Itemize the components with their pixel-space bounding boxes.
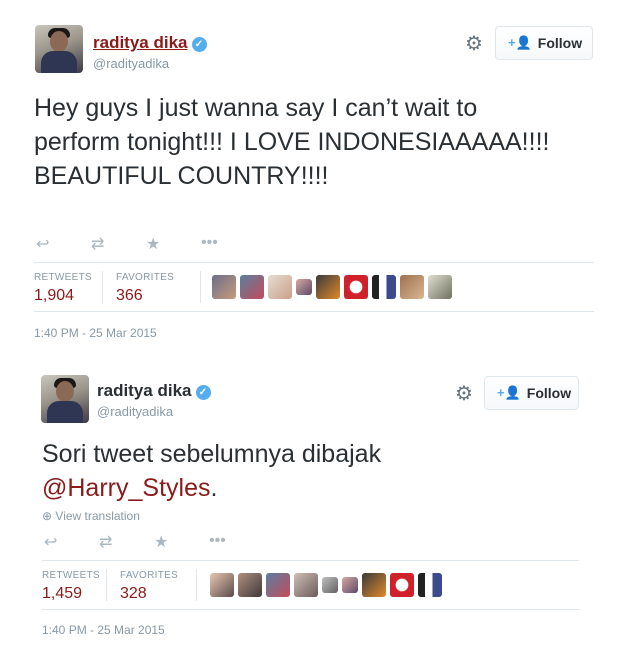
user-name[interactable]: raditya dika ✓ xyxy=(93,33,207,53)
tweet-1: raditya dika ✓ @radityadika ⚙ +👤 Follow H… xyxy=(0,0,624,345)
avatar[interactable] xyxy=(362,573,386,597)
tweet-actions: ↩ ⇄ ★ ••• xyxy=(44,532,264,552)
avatar[interactable] xyxy=(390,573,414,597)
user-handle[interactable]: @radityadika xyxy=(93,56,169,71)
avatar[interactable] xyxy=(342,577,358,593)
more-icon[interactable]: ••• xyxy=(201,234,256,254)
tweet-text-main: Sori tweet sebelumnya dibajak xyxy=(42,440,382,468)
avatar[interactable] xyxy=(372,275,396,299)
avatar[interactable] xyxy=(344,275,368,299)
user-handle[interactable]: @radityadika xyxy=(97,404,173,419)
stats-bar: RETWEETS 1,459 FAVORITES 328 xyxy=(42,560,579,610)
add-user-icon: +👤 xyxy=(497,385,521,400)
follow-label: Follow xyxy=(526,385,572,401)
avatar[interactable] xyxy=(296,279,312,295)
avatar[interactable] xyxy=(35,25,83,73)
view-translation-label[interactable]: View translation xyxy=(55,509,140,523)
timestamp[interactable]: 1:40 PM - 25 Mar 2015 xyxy=(34,326,157,340)
retweet-icon[interactable]: ⇄ xyxy=(99,532,154,552)
tweet-actions: ↩ ⇄ ★ ••• xyxy=(36,234,256,254)
favoriter-avatars xyxy=(210,573,442,597)
avatar[interactable] xyxy=(316,275,340,299)
mention-link[interactable]: @Harry_Styles xyxy=(42,474,210,502)
user-name-text[interactable]: raditya dika xyxy=(93,33,188,52)
tweet-text: Hey guys I just wanna say I can’t wait t… xyxy=(34,94,550,190)
reply-icon[interactable]: ↩ xyxy=(36,234,91,254)
tweet-2: raditya dika ✓ @radityadika ⚙ +👤 Follow S… xyxy=(0,355,624,662)
reply-icon[interactable]: ↩ xyxy=(44,532,99,552)
avatar[interactable] xyxy=(41,375,89,423)
follow-button[interactable]: +👤 Follow xyxy=(495,26,593,60)
retweet-icon[interactable]: ⇄ xyxy=(91,234,146,254)
favorites-label: FAVORITES xyxy=(116,272,175,283)
avatar[interactable] xyxy=(294,573,318,597)
user-name-text[interactable]: raditya dika xyxy=(97,381,192,400)
gear-icon[interactable]: ⚙ xyxy=(455,381,473,406)
user-name[interactable]: raditya dika ✓ xyxy=(97,381,211,401)
avatar[interactable] xyxy=(428,275,452,299)
favoriter-avatars xyxy=(212,275,452,299)
avatar[interactable] xyxy=(268,275,292,299)
more-icon[interactable]: ••• xyxy=(209,532,264,552)
avatar[interactable] xyxy=(266,573,290,597)
avatar[interactable] xyxy=(210,573,234,597)
timestamp[interactable]: 1:40 PM - 25 Mar 2015 xyxy=(42,623,165,637)
avatar[interactable] xyxy=(212,275,236,299)
avatar[interactable] xyxy=(238,573,262,597)
retweets-label: RETWEETS xyxy=(34,272,92,283)
gear-icon[interactable]: ⚙ xyxy=(465,31,483,56)
verified-badge-icon: ✓ xyxy=(195,385,211,400)
star-icon[interactable]: ★ xyxy=(154,532,209,552)
star-icon[interactable]: ★ xyxy=(146,234,201,254)
follow-label: Follow xyxy=(537,35,583,51)
verified-badge-icon: ✓ xyxy=(191,37,207,52)
retweets-count[interactable]: 1,904 xyxy=(34,287,74,305)
tweet-text-end: . xyxy=(210,474,218,502)
tweet-text: Sori tweet sebelumnya dibajak @Harry_Sty… xyxy=(42,437,562,505)
retweets-count[interactable]: 1,459 xyxy=(42,585,82,603)
follow-button[interactable]: +👤 Follow xyxy=(484,376,579,410)
globe-icon: ⊕ xyxy=(42,509,53,523)
avatar[interactable] xyxy=(400,275,424,299)
avatar[interactable] xyxy=(240,275,264,299)
favorites-label: FAVORITES xyxy=(120,570,179,581)
retweets-label: RETWEETS xyxy=(42,570,100,581)
stats-bar: RETWEETS 1,904 FAVORITES 366 xyxy=(34,262,594,312)
favorites-count[interactable]: 366 xyxy=(116,287,143,305)
avatar[interactable] xyxy=(418,573,442,597)
view-translation[interactable]: ⊕ View translation xyxy=(42,509,140,523)
avatar[interactable] xyxy=(322,577,338,593)
favorites-count[interactable]: 328 xyxy=(120,585,147,603)
add-user-icon: +👤 xyxy=(508,35,532,50)
